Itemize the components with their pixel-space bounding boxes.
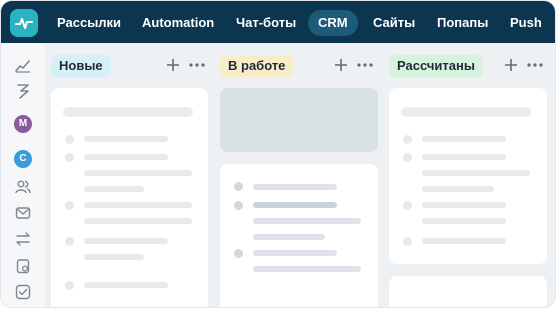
more-options-icon[interactable]	[189, 56, 205, 74]
placeholder-line	[84, 170, 192, 176]
placeholder-line	[422, 154, 506, 160]
add-card-icon[interactable]	[165, 56, 181, 74]
avatar-letter: C	[19, 153, 27, 164]
lightning-icon[interactable]	[13, 81, 33, 101]
logo-icon[interactable]	[10, 9, 38, 37]
column-title: В работе	[220, 55, 294, 77]
nav-item-crm[interactable]: CRM	[308, 10, 358, 36]
placeholder-line	[84, 254, 144, 260]
placeholder-line	[84, 282, 168, 288]
nav-item-sites[interactable]: Сайты	[373, 10, 415, 36]
placeholder-line	[253, 184, 337, 190]
placeholder-line	[422, 238, 506, 244]
column-header-new: Новые	[51, 54, 111, 78]
nav-item-popups[interactable]: Попапы	[437, 10, 488, 36]
checkbox-icon[interactable]	[13, 282, 33, 302]
sidebar: M C	[1, 43, 45, 307]
deal-card[interactable]	[220, 164, 378, 307]
placeholder-line	[84, 202, 192, 208]
placeholder-dot	[234, 201, 243, 210]
deal-card-highlighted[interactable]	[220, 88, 378, 152]
placeholder-dot	[65, 153, 74, 162]
transfer-icon[interactable]	[13, 229, 33, 249]
top-navigation: Рассылки Automation Чат-боты CRM Сайты П…	[1, 1, 555, 43]
more-options-icon[interactable]	[527, 56, 543, 74]
placeholder-dot	[403, 237, 412, 246]
placeholder-line	[84, 154, 168, 160]
placeholder-line	[401, 107, 531, 117]
placeholder-line	[84, 238, 168, 244]
placeholder-line	[253, 202, 337, 208]
placeholder-line	[253, 250, 337, 256]
avatar[interactable]: M	[14, 115, 32, 133]
placeholder-dot	[403, 201, 412, 210]
avatar-letter: M	[18, 118, 28, 129]
placeholder-line	[422, 202, 506, 208]
placeholder-line	[84, 218, 192, 224]
placeholder-dot	[65, 135, 74, 144]
column-title: Рассчитаны	[389, 55, 483, 77]
placeholder-dot	[65, 281, 74, 290]
app-window: Рассылки Automation Чат-боты CRM Сайты П…	[0, 0, 556, 308]
placeholder-dot	[403, 153, 412, 162]
placeholder-dot	[403, 135, 412, 144]
chart-icon[interactable]	[13, 56, 33, 76]
kanban-board: Новые В работе Рассчитаны	[45, 43, 555, 307]
nav-item-automation[interactable]: Automation	[142, 10, 214, 36]
placeholder-dot	[65, 237, 74, 246]
deal-card[interactable]	[389, 276, 547, 307]
nav-item-chatbots[interactable]: Чат-боты	[236, 10, 296, 36]
clipboard-icon[interactable]	[13, 256, 33, 276]
placeholder-line	[422, 170, 530, 176]
placeholder-dot	[65, 201, 74, 210]
placeholder-line	[422, 186, 494, 192]
nav-item-mailings[interactable]: Рассылки	[57, 10, 121, 36]
users-icon[interactable]	[13, 177, 33, 197]
placeholder-line	[422, 136, 506, 142]
placeholder-dot	[234, 249, 243, 258]
placeholder-line	[253, 218, 361, 224]
column-header-calculated: Рассчитаны	[389, 54, 483, 78]
placeholder-line	[84, 136, 168, 142]
deal-card[interactable]	[389, 88, 547, 264]
placeholder-line	[253, 234, 325, 240]
avatar[interactable]: C	[14, 150, 32, 168]
mail-icon[interactable]	[13, 203, 33, 223]
add-card-icon[interactable]	[333, 56, 349, 74]
placeholder-line	[63, 107, 193, 117]
placeholder-dot	[234, 182, 243, 191]
more-options-icon[interactable]	[357, 56, 373, 74]
nav-item-push[interactable]: Push	[510, 10, 542, 36]
add-card-icon[interactable]	[503, 56, 519, 74]
column-header-in-progress: В работе	[220, 54, 294, 78]
placeholder-line	[422, 218, 506, 224]
placeholder-line	[253, 266, 361, 272]
placeholder-line	[84, 186, 144, 192]
column-title: Новые	[51, 55, 111, 77]
deal-card[interactable]	[51, 88, 208, 307]
